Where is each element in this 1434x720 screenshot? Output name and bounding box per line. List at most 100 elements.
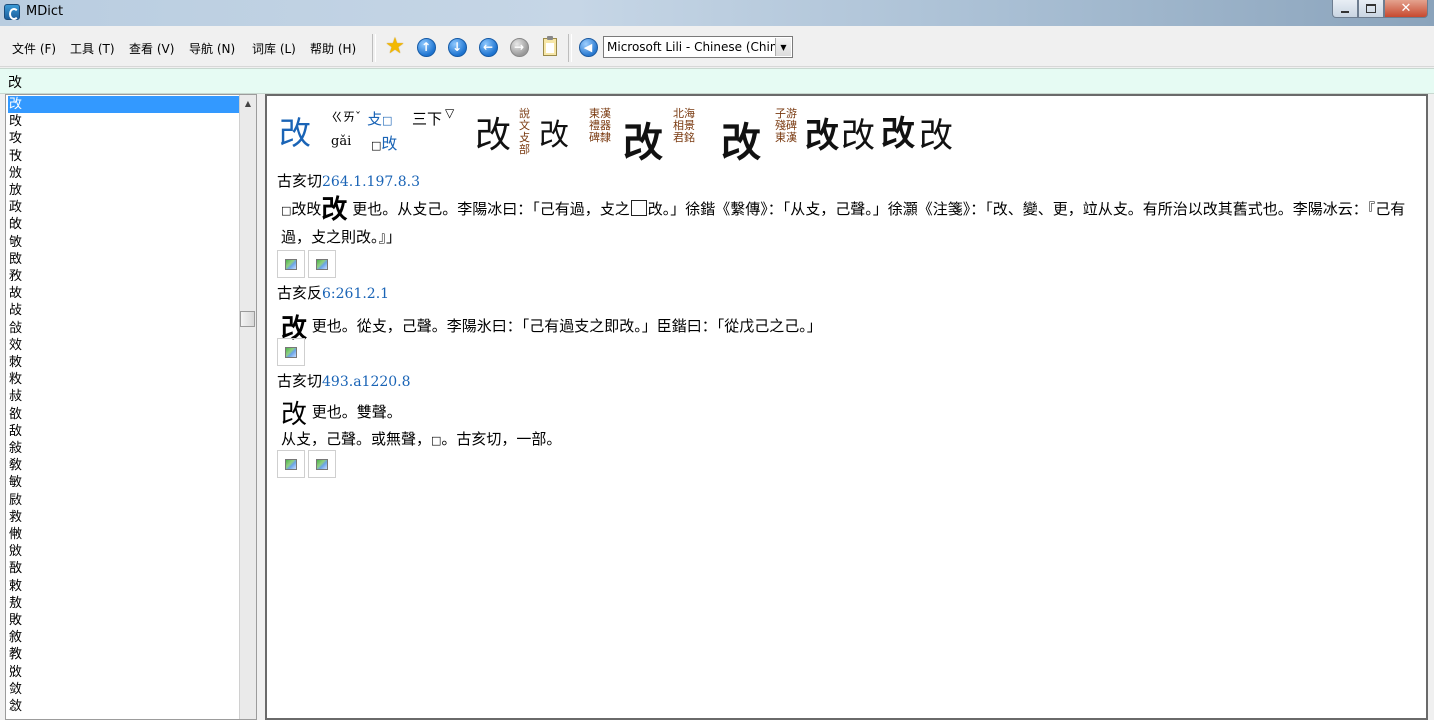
radical-link[interactable]: 攴□: [367, 108, 392, 129]
word-list-item[interactable]: 故: [8, 285, 243, 302]
close-icon: ✕: [1400, 1, 1412, 16]
fanqie-line: 古亥切264.1.197.8.3: [277, 170, 420, 191]
word-list-item[interactable]: 敛: [8, 681, 243, 698]
word-list-item[interactable]: 敊: [8, 388, 243, 405]
word-list-item[interactable]: 放: [8, 182, 243, 199]
word-list-item[interactable]: 改: [8, 96, 243, 113]
word-list-item[interactable]: 敐: [8, 492, 243, 509]
scroll-up-icon[interactable]: ▲: [241, 96, 255, 110]
pane-splitter[interactable]: [257, 94, 265, 720]
word-list-item[interactable]: 敉: [8, 371, 243, 388]
word-list-item[interactable]: 敌: [8, 423, 243, 440]
image-thumbnail[interactable]: [308, 250, 336, 278]
clipboard-icon: [543, 36, 557, 56]
word-list-item[interactable]: 敁: [8, 302, 243, 319]
fanqie: 古亥切: [277, 172, 323, 190]
search-input[interactable]: 改: [8, 72, 22, 92]
word-list-item[interactable]: 敘: [8, 629, 243, 646]
word-list-item[interactable]: 敏: [8, 474, 243, 491]
seal-note: 東漢禮器碑隸: [589, 107, 611, 144]
reference-link[interactable]: 6:261.2.1: [322, 286, 389, 302]
expand-marker-icon[interactable]: ▽: [445, 106, 454, 120]
menu-file[interactable]: 文件 (F): [12, 40, 56, 57]
word-list-item[interactable]: 敃: [8, 251, 243, 268]
variant-link[interactable]: □攺: [371, 130, 397, 154]
word-list-item[interactable]: 救: [8, 509, 243, 526]
window-title: MDict: [26, 4, 64, 19]
word-list-item[interactable]: 敀: [8, 216, 243, 233]
forward-arrow-icon: →: [509, 37, 529, 57]
word-list-item[interactable]: 教: [8, 646, 243, 663]
word-list-item[interactable]: 敎: [8, 457, 243, 474]
script-glyph: 改: [281, 400, 308, 430]
image-thumbnail[interactable]: [277, 450, 305, 478]
image-thumbnail[interactable]: [308, 450, 336, 478]
word-list-scrollbar[interactable]: ▲: [239, 95, 256, 719]
maximize-button[interactable]: [1358, 0, 1384, 18]
menu-library[interactable]: 词库 (L): [252, 40, 296, 57]
fanqie: 古亥切: [277, 372, 323, 390]
reference-link[interactable]: 493.a1220.8: [322, 374, 411, 390]
word-list-item[interactable]: 攺: [8, 113, 243, 130]
next-entry-button[interactable]: ↓: [446, 36, 468, 58]
window-controls: ✕: [1332, 0, 1428, 20]
word-list-item[interactable]: 敖: [8, 595, 243, 612]
voice-select-value: Microsoft Lili - Chinese (China): [607, 40, 775, 54]
word-list-item[interactable]: 敕: [8, 578, 243, 595]
image-thumbnail[interactable]: [277, 338, 305, 366]
word-list[interactable]: 改攺攻攼攽放政敀敂敃敄故敁敆效敇敉敊敋敌敍敎敏敐救敒敓敔敕敖敗敘教敚敛敜 ▲: [5, 94, 257, 720]
search-bar[interactable]: 改: [0, 68, 1434, 94]
menu-tools[interactable]: 工具 (T): [70, 40, 115, 57]
def-box-char: □: [281, 204, 292, 217]
word-list-item[interactable]: 敜: [8, 698, 243, 715]
word-list-item[interactable]: 敍: [8, 440, 243, 457]
word-list-item[interactable]: 敚: [8, 664, 243, 681]
radical-box: □: [382, 114, 393, 127]
word-list-item[interactable]: 敓: [8, 543, 243, 560]
menu-view[interactable]: 查看 (V): [129, 40, 174, 57]
clipboard-button[interactable]: [539, 36, 561, 58]
word-list-item[interactable]: 攻: [8, 130, 243, 147]
def-box-char: □: [431, 434, 442, 447]
word-list-item[interactable]: 敆: [8, 320, 243, 337]
scrollbar-thumb[interactable]: [240, 311, 255, 327]
word-list-item[interactable]: 敂: [8, 234, 243, 251]
minimize-button[interactable]: [1332, 0, 1358, 18]
voice-select[interactable]: Microsoft Lili - Chinese (China) ▼: [603, 36, 793, 58]
word-list-item[interactable]: 攽: [8, 165, 243, 182]
word-list-item[interactable]: 敄: [8, 268, 243, 285]
forward-button[interactable]: →: [508, 36, 530, 58]
seal-form: 改: [919, 116, 953, 156]
word-list-item[interactable]: 敇: [8, 354, 243, 371]
menu-navigate[interactable]: 导航 (N): [189, 40, 235, 57]
pinyin: gǎi: [331, 134, 352, 149]
word-list-item[interactable]: 敗: [8, 612, 243, 629]
toolbar-separator: [568, 34, 572, 62]
close-button[interactable]: ✕: [1384, 0, 1428, 18]
reference-link[interactable]: 264.1.197.8.3: [322, 174, 420, 190]
word-list-item[interactable]: 效: [8, 337, 243, 354]
script-glyph: 改: [321, 194, 348, 225]
back-button[interactable]: ←: [477, 36, 499, 58]
up-arrow-icon: ↑: [416, 37, 436, 57]
def-text: 从攴，己聲。或無聲，: [281, 430, 432, 448]
bopomofo: ㄍㄞˇ: [331, 110, 362, 124]
word-list-item[interactable]: 敋: [8, 406, 243, 423]
chevron-down-icon[interactable]: ▼: [775, 38, 791, 56]
word-list-item[interactable]: 攼: [8, 148, 243, 165]
fanqie-line: 古亥反6:261.2.1: [277, 282, 389, 303]
word-list-item[interactable]: 敒: [8, 526, 243, 543]
variant-box: □: [371, 139, 382, 152]
word-list-item[interactable]: 政: [8, 199, 243, 216]
favorite-button[interactable]: ★: [384, 36, 406, 58]
word-list-item[interactable]: 敔: [8, 560, 243, 577]
image-thumbnail[interactable]: [277, 250, 305, 278]
headword: 改: [279, 114, 312, 152]
menu-toolbar-row: 文件 (F) 工具 (T) 查看 (V) 导航 (N) 词库 (L) 帮助 (H…: [0, 28, 1434, 67]
speak-button[interactable]: ◀: [577, 36, 599, 58]
menu-help[interactable]: 帮助 (H): [310, 40, 356, 57]
image-icon: [285, 458, 297, 470]
seal-note: 子游殘碑東漢: [775, 107, 797, 144]
def-prefix: 改攺: [291, 200, 322, 218]
prev-entry-button[interactable]: ↑: [415, 36, 437, 58]
